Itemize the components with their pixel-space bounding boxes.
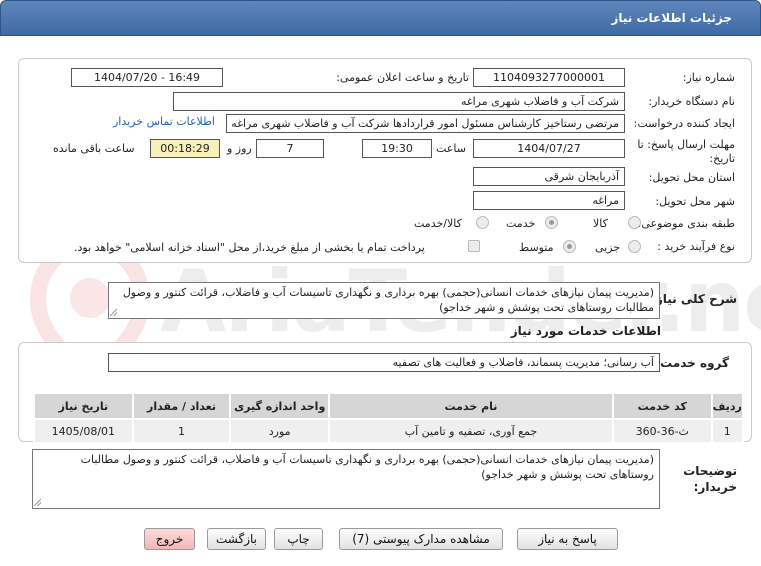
province-label: استان محل تحویل: bbox=[648, 171, 735, 184]
table-header-row: ردیف کد خدمت نام خدمت واحد اندازه گیری ت… bbox=[33, 392, 745, 420]
deadline-time-label: ساعت bbox=[436, 142, 466, 155]
col-unit: واحد اندازه گیری bbox=[229, 392, 331, 420]
summary-textarea[interactable]: (مدیریت پیمان نیازهای خدمات انسانی(حجمی)… bbox=[108, 282, 660, 319]
category-radio-goods[interactable] bbox=[628, 216, 641, 229]
reply-button[interactable]: پاسخ به نیاز bbox=[517, 528, 618, 550]
buyer-notes-label: توضیحات bbox=[683, 464, 737, 478]
deadline-label: مهلت ارسال پاسخ: تا bbox=[637, 138, 735, 151]
category-radio-service[interactable] bbox=[545, 216, 558, 229]
buyer-contact-link[interactable]: اطلاعات تماس خریدار bbox=[113, 115, 215, 128]
cell-date: 1405/08/01 bbox=[33, 418, 134, 444]
summary-resize-handle[interactable] bbox=[110, 309, 117, 316]
need-number-field[interactable]: 1104093277000001 bbox=[473, 68, 625, 87]
service-group-field[interactable]: آب رسانی؛ مدیریت پسماند، فاضلاب و فعالیت… bbox=[108, 353, 660, 372]
remaining-time-label: ساعت باقی مانده bbox=[53, 142, 135, 155]
purchase-radio-medium[interactable] bbox=[563, 240, 576, 253]
creator-field[interactable]: مرتضی رستاخیز کارشناس مسئول امور قرارداد… bbox=[226, 114, 625, 133]
creator-label: ایجاد کننده درخواست: bbox=[633, 117, 735, 130]
purchase-radio-minor[interactable] bbox=[628, 240, 641, 253]
back-button[interactable]: بازگشت bbox=[207, 528, 266, 550]
province-field[interactable]: آذربایجان شرقی bbox=[473, 167, 625, 186]
col-row: ردیف bbox=[710, 392, 745, 420]
cell-code: ث-36-360 bbox=[611, 418, 713, 444]
page-title: جزئیات اطلاعات نیاز bbox=[611, 11, 732, 25]
cell-name: جمع آوری، تصفیه و تامین آب bbox=[328, 418, 614, 444]
days-label: روز و bbox=[227, 142, 252, 155]
col-code: کد خدمت bbox=[611, 392, 713, 420]
print-button[interactable]: چاپ bbox=[274, 528, 323, 550]
category-label: طبقه بندی موضوعی: bbox=[637, 217, 735, 230]
need-info-panel bbox=[18, 58, 752, 263]
city-field[interactable]: مراغه bbox=[473, 191, 625, 210]
treasury-checkbox[interactable] bbox=[468, 240, 480, 252]
table-row[interactable]: 1 ث-36-360 جمع آوری، تصفیه و تامین آب مو… bbox=[33, 418, 745, 444]
col-name: نام خدمت bbox=[328, 392, 614, 420]
buyer-label: نام دستگاه خریدار: bbox=[648, 95, 735, 108]
purchase-type-label: نوع فرآیند خرید : bbox=[657, 240, 735, 253]
category-option-goods-service: کالا/خدمت bbox=[414, 217, 462, 230]
cell-unit: مورد bbox=[229, 418, 331, 444]
purchase-option-minor: جزیی bbox=[595, 241, 621, 254]
buyer-field[interactable]: شرکت آب و فاضلاب شهری مراغه bbox=[173, 92, 625, 111]
remaining-time-field[interactable]: 00:18:29 bbox=[150, 139, 220, 158]
announce-date-label: تاریخ و ساعت اعلان عمومی: bbox=[336, 71, 469, 84]
treasury-note: پرداخت تمام یا بخشی از مبلغ خرید،از محل … bbox=[74, 241, 425, 254]
deadline-date-label: تاریخ: bbox=[709, 152, 735, 165]
purchase-option-medium: متوسط bbox=[519, 241, 554, 254]
need-number-label: شماره نیاز: bbox=[682, 71, 735, 84]
category-option-service: خدمت bbox=[506, 217, 536, 230]
category-option-goods: کالا bbox=[593, 217, 608, 230]
city-label: شهر محل تحویل: bbox=[655, 195, 735, 208]
summary-label: شرح کلی نیاز: bbox=[651, 292, 737, 306]
remaining-days-field[interactable]: 7 bbox=[256, 139, 324, 158]
cell-row: 1 bbox=[710, 418, 745, 444]
attachments-button[interactable]: مشاهده مدارک پیوستی (7) bbox=[339, 528, 503, 550]
buyer-notes-text: (مدیریت پیمان نیازهای خدمات انسانی(حجمی)… bbox=[80, 453, 654, 481]
cell-qty: 1 bbox=[131, 418, 232, 444]
announce-date-field[interactable]: 1404/07/20 - 16:49 bbox=[71, 68, 223, 87]
col-date: تاریخ نیاز bbox=[33, 392, 134, 420]
exit-button[interactable]: خروج bbox=[144, 528, 195, 550]
deadline-date-field[interactable]: 1404/07/27 bbox=[473, 139, 625, 158]
summary-text: (مدیریت پیمان نیازهای خدمات انسانی(حجمی)… bbox=[122, 286, 654, 314]
service-group-label: گروه خدمت: bbox=[655, 356, 729, 370]
buyer-notes-label-2: خریدار: bbox=[693, 480, 737, 494]
col-qty: تعداد / مقدار bbox=[131, 392, 232, 420]
services-table: ردیف کد خدمت نام خدمت واحد اندازه گیری ت… bbox=[33, 392, 745, 444]
deadline-time-field[interactable]: 19:30 bbox=[362, 139, 432, 158]
page-header: جزئیات اطلاعات نیاز bbox=[0, 0, 761, 36]
buyer-notes-textarea[interactable]: (مدیریت پیمان نیازهای خدمات انسانی(حجمی)… bbox=[32, 449, 660, 509]
buyer-notes-resize-handle[interactable] bbox=[34, 499, 41, 506]
services-section-title: اطلاعات خدمات مورد نیاز bbox=[510, 324, 661, 338]
category-radio-goods-service[interactable] bbox=[476, 216, 489, 229]
